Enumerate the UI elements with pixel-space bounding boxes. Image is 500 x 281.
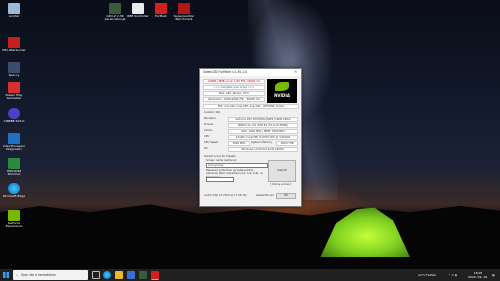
dialog-titlebar: Geeks3D FurMark v1.30.1.0 ✕ [200, 69, 301, 76]
custom-label: Custom: N/A [204, 111, 221, 114]
nvidia-logo: NVIDIA [267, 79, 297, 103]
msi-afterburner-icon[interactable]: MSI Afterburner [0, 37, 28, 52]
recycle-bin-icon[interactable]: Lomtár [0, 3, 28, 18]
nvidia-eye-icon [275, 82, 289, 91]
cinebench-icon[interactable]: CINEBE R23.0 [0, 108, 28, 123]
cpu-value: Intel(R) Core(TM) i7-9700 CPU @ 3.00GHz [228, 135, 298, 141]
renderer-label: Renderer [204, 117, 216, 120]
superposition-icon[interactable]: Superposition Benchmark [170, 3, 198, 22]
gpuz-taskbar-icon[interactable] [139, 271, 147, 279]
screen-name-input[interactable]: Anonymous [206, 163, 268, 168]
clocks-label: Clocks [204, 129, 213, 132]
steam-gamestar-icon[interactable]: Steam Play Gamestar [0, 82, 28, 101]
notification-icon[interactable]: ▤ [492, 269, 495, 281]
drivers-value: NVIDIA GL 4.6 (536.99 (31.0.15.3699)) [228, 123, 298, 129]
geforce-experience-icon[interactable]: GeForce Experience [0, 210, 28, 229]
duration-line: Resolution: 1920x1080 (FS) - 60000 ms [203, 97, 265, 103]
furmark-score-dialog: Geeks3D FurMark v1.30.1.0 ✕ NVIDIA GOMB … [199, 68, 302, 207]
windows-start-icon[interactable] [3, 272, 9, 278]
dialog-title: Geeks3D FurMark v1.30.1.0 [203, 70, 248, 74]
tray-icons[interactable]: ⌃ ▭ ◖ [448, 269, 457, 281]
fps-line: FPS: min:220, max:255, avg:240 - OPTIONS… [203, 104, 299, 110]
submit-button[interactable]: Submit [268, 160, 296, 182]
taskbar-search-box[interactable]: ⌕ Írjon ide a kereséshez [13, 270, 88, 280]
weather-widget[interactable]: 12°C Felhős [418, 269, 436, 281]
cpu-speed-value: 3000 MHz [228, 141, 250, 147]
taskbar: ⌕ Írjon ide a kereséshez 12°C Felhős ⌃ ▭ … [0, 269, 500, 281]
score-line: GOMB | NMB score: 1/20 FPS, 40000 ms [203, 79, 265, 85]
compare-score-link[interactable]: >>> Compare your score <<< [203, 85, 265, 91]
hwinfo-icon[interactable]: HWinfo64 Shortcut [0, 158, 28, 177]
geeks3d-link[interactable]: Geeks3D.com [256, 194, 274, 197]
renderer-value: GeForce RTX 3070/PCIe/SSE2 (10DE-2484) [228, 117, 298, 123]
edge-taskbar-icon[interactable] [103, 271, 111, 279]
clock[interactable]: 18:05 2024. 09. 16. [468, 271, 488, 279]
clocks-value: GPU: 1920 MHz | MEM: 7000 MHz [228, 129, 298, 135]
online-scores-link[interactable]: [ Online scores ] [270, 183, 291, 186]
os-value: Windows 10 (64-bit build 19045) [228, 147, 298, 153]
sysmem-value: 16327 MB [276, 141, 298, 147]
intel-diagnostic-icon[interactable]: Intel Processor Diagnostic [0, 133, 28, 152]
resolution-line: Max: 240, Temps: 79°C [203, 91, 265, 97]
screen-name-label: Screen name (optional) [206, 159, 237, 162]
sysmem-label: System Memory [251, 141, 273, 144]
speccy-icon[interactable]: Speccy [0, 62, 28, 77]
ok-button[interactable]: OK [276, 193, 296, 199]
store-icon[interactable] [127, 271, 135, 279]
drivers-label: Drivers [204, 123, 214, 126]
cpu-speed-label: CPU Speed [204, 141, 219, 144]
furmark-taskbar-icon[interactable] [151, 271, 159, 280]
task-view-icon[interactable] [92, 271, 100, 279]
password-input[interactable] [206, 177, 234, 182]
search-icon: ⌕ [16, 273, 18, 277]
cpu-label: CPU [204, 135, 210, 138]
close-icon[interactable]: ✕ [294, 69, 299, 76]
edge-icon[interactable]: Microsoft Edge [0, 183, 28, 198]
submit-section-label: Submit score for Presets [204, 155, 236, 158]
footer-date: Audit: (Feb 13 2024 @ 17:55:10) [204, 194, 247, 197]
os-label: OS [204, 147, 208, 150]
file-explorer-icon[interactable] [115, 271, 123, 279]
